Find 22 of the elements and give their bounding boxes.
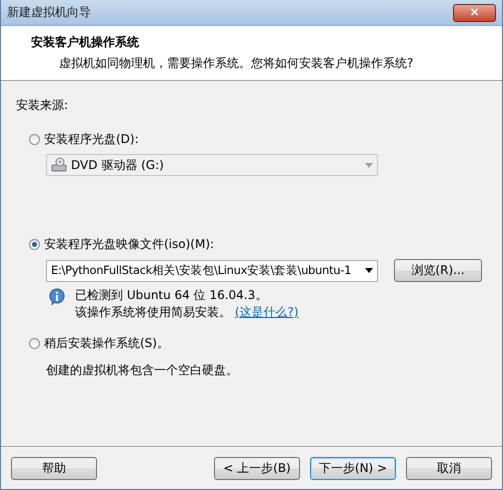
help-button[interactable]: 帮助 bbox=[11, 456, 97, 480]
blank-disk-text: 创建的虚拟机将包含一个空白硬盘。 bbox=[46, 362, 239, 379]
cancel-button[interactable]: 取消 bbox=[406, 456, 492, 480]
page-title: 安装客户机操作系统 bbox=[31, 34, 140, 51]
drive-value: DVD 驱动器 (G:) bbox=[71, 156, 164, 174]
source-label: 安装来源: bbox=[16, 97, 70, 114]
page-subtitle: 虚拟机如同物理机，需要操作系统。您将如何安装客户机操作系统? bbox=[59, 55, 414, 72]
iso-radio[interactable]: 安装程序光盘映像文件(iso)(M): bbox=[29, 236, 502, 253]
window-title: 新建虚拟机向导 bbox=[7, 4, 91, 21]
nav-button[interactable]: < 上一步(B) bbox=[214, 456, 300, 480]
detected-text: 已检测到 Ubuntu 64 位 16.04.3。 bbox=[75, 288, 268, 302]
caret-icon bbox=[365, 162, 373, 168]
info-icon bbox=[48, 288, 66, 306]
nav-button[interactable]: 下一步(N) > bbox=[310, 456, 396, 480]
easy-install-text: 该操作系统将使用简易安装。 bbox=[75, 305, 231, 319]
caret-icon bbox=[365, 268, 373, 273]
drive-icon bbox=[51, 157, 67, 173]
browse-button[interactable]: 浏览(R)... bbox=[394, 259, 482, 282]
iso-path-field[interactable]: E:\PythonFullStack相关\安装包\Linux安装\套装\ubuntu-1 bbox=[46, 260, 378, 282]
later-radio[interactable]: 稍后安装操作系统(S)。 bbox=[29, 335, 502, 352]
help-link[interactable]: (这是什么?) bbox=[234, 305, 299, 319]
disc-radio[interactable]: 安装程序光盘(D): bbox=[29, 131, 502, 148]
